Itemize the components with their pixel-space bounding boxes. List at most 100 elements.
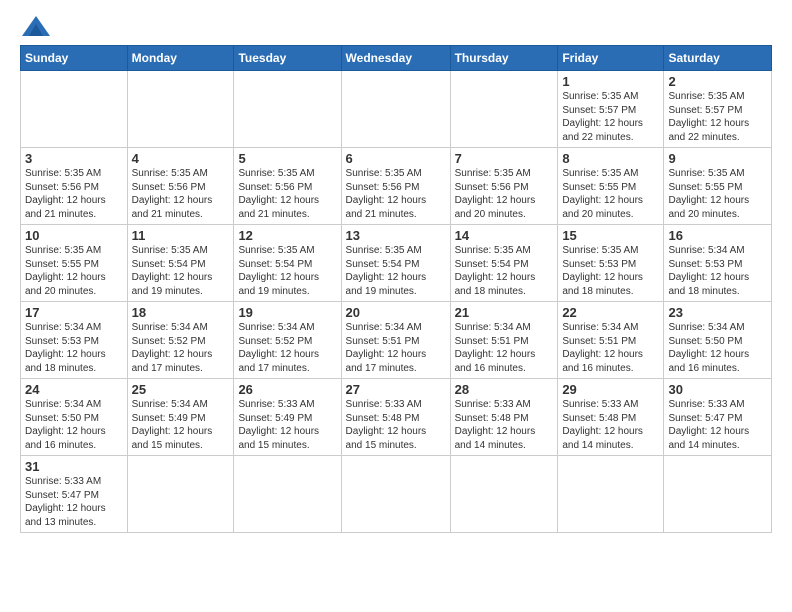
day-info: Sunrise: 5:35 AM Sunset: 5:56 PM Dayligh… (455, 167, 554, 221)
day-info: Sunrise: 5:34 AM Sunset: 5:53 PM Dayligh… (668, 244, 767, 298)
calendar-day: 10Sunrise: 5:35 AM Sunset: 5:55 PM Dayli… (21, 225, 128, 302)
day-number: 27 (346, 382, 446, 397)
calendar-day: 18Sunrise: 5:34 AM Sunset: 5:52 PM Dayli… (127, 302, 234, 379)
calendar-week-row: 17Sunrise: 5:34 AM Sunset: 5:53 PM Dayli… (21, 302, 772, 379)
calendar-day: 28Sunrise: 5:33 AM Sunset: 5:48 PM Dayli… (450, 379, 558, 456)
calendar-day: 21Sunrise: 5:34 AM Sunset: 5:51 PM Dayli… (450, 302, 558, 379)
day-info: Sunrise: 5:34 AM Sunset: 5:51 PM Dayligh… (562, 321, 659, 375)
day-number: 19 (238, 305, 336, 320)
calendar-day: 15Sunrise: 5:35 AM Sunset: 5:53 PM Dayli… (558, 225, 664, 302)
day-info: Sunrise: 5:34 AM Sunset: 5:51 PM Dayligh… (455, 321, 554, 375)
day-info: Sunrise: 5:33 AM Sunset: 5:48 PM Dayligh… (562, 398, 659, 452)
calendar-day: 5Sunrise: 5:35 AM Sunset: 5:56 PM Daylig… (234, 148, 341, 225)
day-info: Sunrise: 5:34 AM Sunset: 5:50 PM Dayligh… (25, 398, 123, 452)
calendar-day (127, 456, 234, 533)
day-info: Sunrise: 5:33 AM Sunset: 5:48 PM Dayligh… (455, 398, 554, 452)
calendar-day (450, 456, 558, 533)
column-header-friday: Friday (558, 46, 664, 71)
day-info: Sunrise: 5:35 AM Sunset: 5:55 PM Dayligh… (668, 167, 767, 221)
day-number: 31 (25, 459, 123, 474)
calendar-day (21, 71, 128, 148)
calendar-week-row: 24Sunrise: 5:34 AM Sunset: 5:50 PM Dayli… (21, 379, 772, 456)
day-number: 11 (132, 228, 230, 243)
day-number: 7 (455, 151, 554, 166)
day-info: Sunrise: 5:33 AM Sunset: 5:49 PM Dayligh… (238, 398, 336, 452)
calendar-day (234, 456, 341, 533)
day-info: Sunrise: 5:33 AM Sunset: 5:47 PM Dayligh… (668, 398, 767, 452)
calendar-day: 9Sunrise: 5:35 AM Sunset: 5:55 PM Daylig… (664, 148, 772, 225)
calendar-day: 3Sunrise: 5:35 AM Sunset: 5:56 PM Daylig… (21, 148, 128, 225)
calendar-day: 25Sunrise: 5:34 AM Sunset: 5:49 PM Dayli… (127, 379, 234, 456)
day-number: 9 (668, 151, 767, 166)
calendar-day: 2Sunrise: 5:35 AM Sunset: 5:57 PM Daylig… (664, 71, 772, 148)
column-header-tuesday: Tuesday (234, 46, 341, 71)
day-info: Sunrise: 5:33 AM Sunset: 5:47 PM Dayligh… (25, 475, 123, 529)
day-info: Sunrise: 5:34 AM Sunset: 5:52 PM Dayligh… (238, 321, 336, 375)
day-number: 30 (668, 382, 767, 397)
day-number: 20 (346, 305, 446, 320)
day-info: Sunrise: 5:35 AM Sunset: 5:55 PM Dayligh… (25, 244, 123, 298)
calendar-week-row: 1Sunrise: 5:35 AM Sunset: 5:57 PM Daylig… (21, 71, 772, 148)
calendar-day: 27Sunrise: 5:33 AM Sunset: 5:48 PM Dayli… (341, 379, 450, 456)
day-number: 10 (25, 228, 123, 243)
calendar-day: 31Sunrise: 5:33 AM Sunset: 5:47 PM Dayli… (21, 456, 128, 533)
day-number: 18 (132, 305, 230, 320)
day-number: 2 (668, 74, 767, 89)
calendar-day: 29Sunrise: 5:33 AM Sunset: 5:48 PM Dayli… (558, 379, 664, 456)
column-header-monday: Monday (127, 46, 234, 71)
calendar-day (341, 456, 450, 533)
column-header-wednesday: Wednesday (341, 46, 450, 71)
calendar-day: 8Sunrise: 5:35 AM Sunset: 5:55 PM Daylig… (558, 148, 664, 225)
day-info: Sunrise: 5:35 AM Sunset: 5:54 PM Dayligh… (455, 244, 554, 298)
column-header-sunday: Sunday (21, 46, 128, 71)
calendar-day (341, 71, 450, 148)
calendar-day: 6Sunrise: 5:35 AM Sunset: 5:56 PM Daylig… (341, 148, 450, 225)
calendar-day: 1Sunrise: 5:35 AM Sunset: 5:57 PM Daylig… (558, 71, 664, 148)
day-number: 3 (25, 151, 123, 166)
day-info: Sunrise: 5:34 AM Sunset: 5:52 PM Dayligh… (132, 321, 230, 375)
calendar-day: 12Sunrise: 5:35 AM Sunset: 5:54 PM Dayli… (234, 225, 341, 302)
day-number: 24 (25, 382, 123, 397)
calendar-day: 14Sunrise: 5:35 AM Sunset: 5:54 PM Dayli… (450, 225, 558, 302)
calendar-table: SundayMondayTuesdayWednesdayThursdayFrid… (20, 45, 772, 533)
day-info: Sunrise: 5:35 AM Sunset: 5:56 PM Dayligh… (25, 167, 123, 221)
day-number: 16 (668, 228, 767, 243)
day-number: 17 (25, 305, 123, 320)
day-info: Sunrise: 5:35 AM Sunset: 5:54 PM Dayligh… (238, 244, 336, 298)
calendar-day: 26Sunrise: 5:33 AM Sunset: 5:49 PM Dayli… (234, 379, 341, 456)
calendar-header: SundayMondayTuesdayWednesdayThursdayFrid… (21, 46, 772, 71)
day-number: 22 (562, 305, 659, 320)
calendar-day (450, 71, 558, 148)
logo (20, 16, 50, 37)
day-info: Sunrise: 5:34 AM Sunset: 5:50 PM Dayligh… (668, 321, 767, 375)
day-number: 14 (455, 228, 554, 243)
calendar-day: 23Sunrise: 5:34 AM Sunset: 5:50 PM Dayli… (664, 302, 772, 379)
calendar-day: 7Sunrise: 5:35 AM Sunset: 5:56 PM Daylig… (450, 148, 558, 225)
column-header-thursday: Thursday (450, 46, 558, 71)
day-number: 5 (238, 151, 336, 166)
calendar-day: 4Sunrise: 5:35 AM Sunset: 5:56 PM Daylig… (127, 148, 234, 225)
day-number: 4 (132, 151, 230, 166)
day-info: Sunrise: 5:33 AM Sunset: 5:48 PM Dayligh… (346, 398, 446, 452)
calendar-day: 17Sunrise: 5:34 AM Sunset: 5:53 PM Dayli… (21, 302, 128, 379)
calendar-day: 11Sunrise: 5:35 AM Sunset: 5:54 PM Dayli… (127, 225, 234, 302)
calendar-week-row: 3Sunrise: 5:35 AM Sunset: 5:56 PM Daylig… (21, 148, 772, 225)
day-info: Sunrise: 5:35 AM Sunset: 5:56 PM Dayligh… (346, 167, 446, 221)
day-info: Sunrise: 5:35 AM Sunset: 5:57 PM Dayligh… (562, 90, 659, 144)
calendar-day: 22Sunrise: 5:34 AM Sunset: 5:51 PM Dayli… (558, 302, 664, 379)
calendar-day: 13Sunrise: 5:35 AM Sunset: 5:54 PM Dayli… (341, 225, 450, 302)
day-info: Sunrise: 5:34 AM Sunset: 5:49 PM Dayligh… (132, 398, 230, 452)
page: SundayMondayTuesdayWednesdayThursdayFrid… (0, 0, 792, 612)
day-number: 28 (455, 382, 554, 397)
day-info: Sunrise: 5:35 AM Sunset: 5:55 PM Dayligh… (562, 167, 659, 221)
day-number: 12 (238, 228, 336, 243)
calendar-day: 30Sunrise: 5:33 AM Sunset: 5:47 PM Dayli… (664, 379, 772, 456)
column-header-saturday: Saturday (664, 46, 772, 71)
calendar-week-row: 10Sunrise: 5:35 AM Sunset: 5:55 PM Dayli… (21, 225, 772, 302)
calendar-day: 16Sunrise: 5:34 AM Sunset: 5:53 PM Dayli… (664, 225, 772, 302)
day-info: Sunrise: 5:35 AM Sunset: 5:54 PM Dayligh… (346, 244, 446, 298)
calendar-day (558, 456, 664, 533)
day-number: 1 (562, 74, 659, 89)
calendar-day (127, 71, 234, 148)
day-headers-row: SundayMondayTuesdayWednesdayThursdayFrid… (21, 46, 772, 71)
